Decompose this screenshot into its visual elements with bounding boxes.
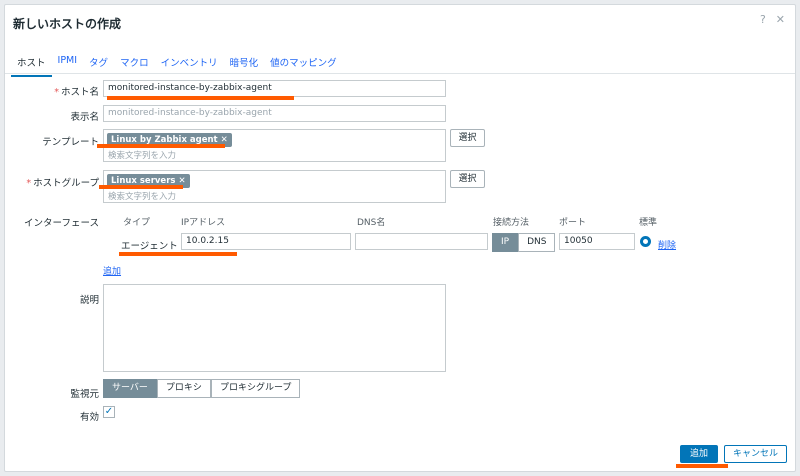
col-default: 標準	[639, 218, 658, 228]
connect-ip-option[interactable]: IP	[492, 233, 519, 252]
col-connect: 接続方法	[493, 218, 530, 228]
monitored-by-server[interactable]: サーバー	[103, 379, 157, 398]
tabs-divider	[5, 73, 795, 74]
interface-dns-input[interactable]	[355, 233, 488, 250]
monitored-by-label: 監視元	[70, 389, 99, 400]
interface-port-input[interactable]: 10050	[559, 233, 635, 250]
close-icon[interactable]: ✕	[776, 13, 785, 26]
interface-connect-toggle: IP DNS	[492, 233, 556, 252]
monitored-by-toggle: サーバー プロキシ プロキシグループ	[103, 379, 301, 398]
annotation-underline	[119, 252, 237, 256]
annotation-underline	[99, 185, 183, 189]
interface-add-link[interactable]: 追加	[103, 264, 121, 277]
enabled-checkbox[interactable]: ✓	[103, 406, 115, 418]
templates-label: テンプレート	[42, 137, 99, 148]
enabled-label: 有効	[79, 412, 99, 423]
visible-name-label: 表示名	[70, 112, 99, 123]
help-icon[interactable]: ?	[760, 13, 766, 26]
templates-select-button[interactable]: 選択	[450, 129, 485, 147]
host-groups-label: * ホストグループ	[26, 178, 99, 189]
visible-name-input[interactable]: monitored-instance-by-zabbix-agent	[103, 105, 446, 122]
add-button[interactable]: 追加	[680, 445, 718, 463]
interfaces-label: インターフェース	[24, 218, 99, 229]
connect-dns-option[interactable]: DNS	[518, 233, 556, 252]
host-groups-search-placeholder[interactable]: 検索文字列を入力	[108, 190, 176, 202]
description-textarea[interactable]	[103, 284, 446, 372]
annotation-underline	[676, 464, 728, 468]
col-dns: DNS名	[357, 218, 386, 228]
interface-remove-link[interactable]: 削除	[658, 238, 676, 251]
cancel-button[interactable]: キャンセル	[724, 445, 787, 463]
dialog-header-icons: ? ✕	[760, 13, 785, 26]
hostname-label: * ホスト名	[54, 87, 99, 98]
required-mark: *	[54, 87, 59, 98]
dialog-title: 新しいホストの作成	[13, 17, 122, 31]
annotation-underline	[97, 144, 225, 148]
interface-type: エージェント	[121, 241, 178, 252]
col-ip: IPアドレス	[181, 218, 226, 228]
description-label: 説明	[79, 295, 99, 306]
col-port: ポート	[559, 218, 587, 228]
annotation-underline	[107, 96, 294, 100]
interface-ip-input[interactable]: 10.0.2.15	[181, 233, 351, 250]
default-interface-radio[interactable]	[640, 236, 651, 247]
monitored-by-proxy[interactable]: プロキシ	[156, 379, 211, 398]
templates-search-placeholder[interactable]: 検索文字列を入力	[108, 149, 176, 161]
monitored-by-proxy-group[interactable]: プロキシグループ	[210, 379, 301, 398]
create-host-dialog: 新しいホストの作成 ? ✕ ホスト IPMI タグ マクロ インベントリ 暗号化…	[4, 4, 796, 472]
host-groups-select-button[interactable]: 選択	[450, 170, 485, 188]
hostname-input[interactable]: monitored-instance-by-zabbix-agent	[103, 80, 446, 97]
col-type: タイプ	[123, 218, 151, 228]
required-mark: *	[26, 178, 32, 189]
